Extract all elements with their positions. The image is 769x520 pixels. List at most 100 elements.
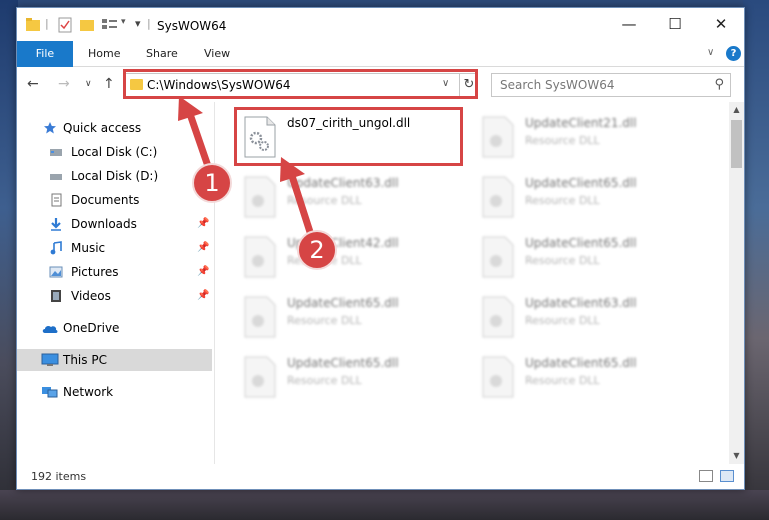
desktop-wallpaper-bottom [0,490,769,520]
file-name: UpdateClient65.dll [525,356,637,370]
network-icon [42,387,58,398]
close-button[interactable]: ✕ [698,8,744,41]
sidebar-item-label: This PC [63,353,107,367]
sidebar-item-label: Local Disk (D:) [71,169,159,183]
dll-file-icon [244,356,276,398]
back-arrow-icon[interactable]: ← [27,76,39,92]
properties-icon[interactable] [57,17,73,33]
sidebar-item-quick-access[interactable]: Quick access [17,117,212,139]
pin-icon[interactable]: 📌 [197,261,209,283]
sidebar-item-label: OneDrive [63,321,120,335]
file-name: UpdateClient63.dll [525,296,637,310]
file-type: Resource DLL [287,314,362,327]
dll-file-icon [482,116,514,158]
sidebar-item-label: Music [71,241,106,255]
drive-icon [50,174,62,180]
tab-share[interactable]: Share [146,41,178,67]
file-type: Resource DLL [525,314,600,327]
tab-home[interactable]: Home [88,41,120,67]
sidebar-item-local-disk-c[interactable]: Local Disk (C:) [17,141,212,163]
sidebar-item-label: Pictures [71,265,119,279]
file-item[interactable]: UpdateClient65.dll Resource DLL [473,168,709,224]
vertical-scrollbar[interactable]: ▲ ▼ [729,102,744,464]
music-icon [50,241,62,255]
customize-toolbar-icon[interactable] [101,17,119,33]
chevron-down-icon[interactable]: ▾ [121,17,126,33]
ribbon-tabs: File Home Share View ∨ ? [17,41,744,67]
tiles-view-icon[interactable] [720,470,734,482]
tab-file[interactable]: File [17,41,73,67]
file-highlight-box [234,107,463,166]
file-item[interactable]: UpdateClient65.dll Resource DLL [235,288,471,344]
dll-file-icon [482,356,514,398]
forward-arrow-icon[interactable]: → [58,76,70,92]
separator: | [147,17,151,30]
pin-icon[interactable]: 📌 [197,213,209,235]
folder-icon [26,18,40,31]
sidebar-item-this-pc[interactable]: This PC [17,349,212,371]
video-icon [51,290,61,302]
file-name: UpdateClient65.dll [525,176,637,190]
new-folder-icon[interactable] [79,17,95,33]
dll-file-icon [482,236,514,278]
sidebar-item-onedrive[interactable]: OneDrive [17,317,212,339]
file-name: UpdateClient21.dll [525,116,637,130]
search-icon: ⚲ [714,77,724,92]
details-view-icon[interactable] [699,470,713,482]
pictures-icon [49,266,63,278]
minimize-button[interactable]: — [606,8,652,41]
sidebar-item-label: Videos [71,289,111,303]
sidebar-item-videos[interactable]: Videos 📌 [17,285,212,307]
dll-file-icon [482,296,514,338]
sidebar-item-documents[interactable]: Documents [17,189,212,211]
pin-icon[interactable]: 📌 [197,237,209,259]
sidebar-item-pictures[interactable]: Pictures 📌 [17,261,212,283]
help-icon[interactable]: ? [726,46,741,61]
scroll-down-icon[interactable]: ▼ [729,448,744,464]
window-title: SysWOW64 [157,19,227,33]
qa-dropdown-icon[interactable]: ▾ [135,17,141,33]
sidebar-item-music[interactable]: Music 📌 [17,237,212,259]
scroll-up-icon[interactable]: ▲ [729,102,744,118]
file-type: Resource DLL [525,134,600,147]
up-arrow-icon[interactable]: ↑ [103,76,115,92]
sidebar-item-label: Network [63,385,114,399]
status-bar: 192 items [17,464,744,489]
file-type: Resource DLL [287,374,362,387]
file-type: Resource DLL [525,254,600,267]
expand-ribbon-icon[interactable]: ∨ [707,47,714,58]
file-item[interactable]: UpdateClient65.dll Resource DLL [235,348,471,404]
file-item[interactable]: UpdateClient21.dll Resource DLL [473,108,709,164]
search-placeholder: Search SysWOW64 [500,78,615,92]
sidebar-item-network[interactable]: Network [17,381,212,403]
file-item[interactable]: UpdateClient63.dll Resource DLL [235,168,471,224]
step-1-badge: 1 [192,163,232,203]
computer-icon [41,353,59,366]
download-icon [51,218,61,231]
file-item[interactable]: UpdateClient42.dll Resource DLL [235,228,471,284]
step-2-badge: 2 [297,230,337,270]
dll-file-icon [244,176,276,218]
sidebar-item-label: Downloads [71,217,137,231]
file-name: UpdateClient63.dll [287,176,399,190]
scroll-thumb[interactable] [731,120,742,168]
file-item[interactable]: UpdateClient63.dll Resource DLL [473,288,709,344]
sidebar-item-downloads[interactable]: Downloads 📌 [17,213,212,235]
dll-file-icon [482,176,514,218]
pin-icon[interactable]: 📌 [197,285,209,307]
file-type: Resource DLL [525,374,600,387]
file-type: Resource DLL [287,194,362,207]
file-item[interactable]: UpdateClient65.dll Resource DLL [473,348,709,404]
search-input[interactable]: Search SysWOW64 ⚲ [491,73,731,97]
tab-view[interactable]: View [204,41,230,67]
file-item[interactable]: UpdateClient65.dll Resource DLL [473,228,709,284]
separator: | [45,17,49,30]
item-count: 192 items [31,470,87,483]
recent-locations-icon[interactable]: ∨ [85,79,92,89]
title-bar: | ▾ ▾ | SysWOW64 — ☐ ✕ [17,8,744,41]
dll-file-icon [244,296,276,338]
documents-icon [51,193,62,207]
maximize-button[interactable]: ☐ [652,8,698,41]
sidebar-item-local-disk-d[interactable]: Local Disk (D:) [17,165,212,187]
address-highlight-box [123,69,478,99]
